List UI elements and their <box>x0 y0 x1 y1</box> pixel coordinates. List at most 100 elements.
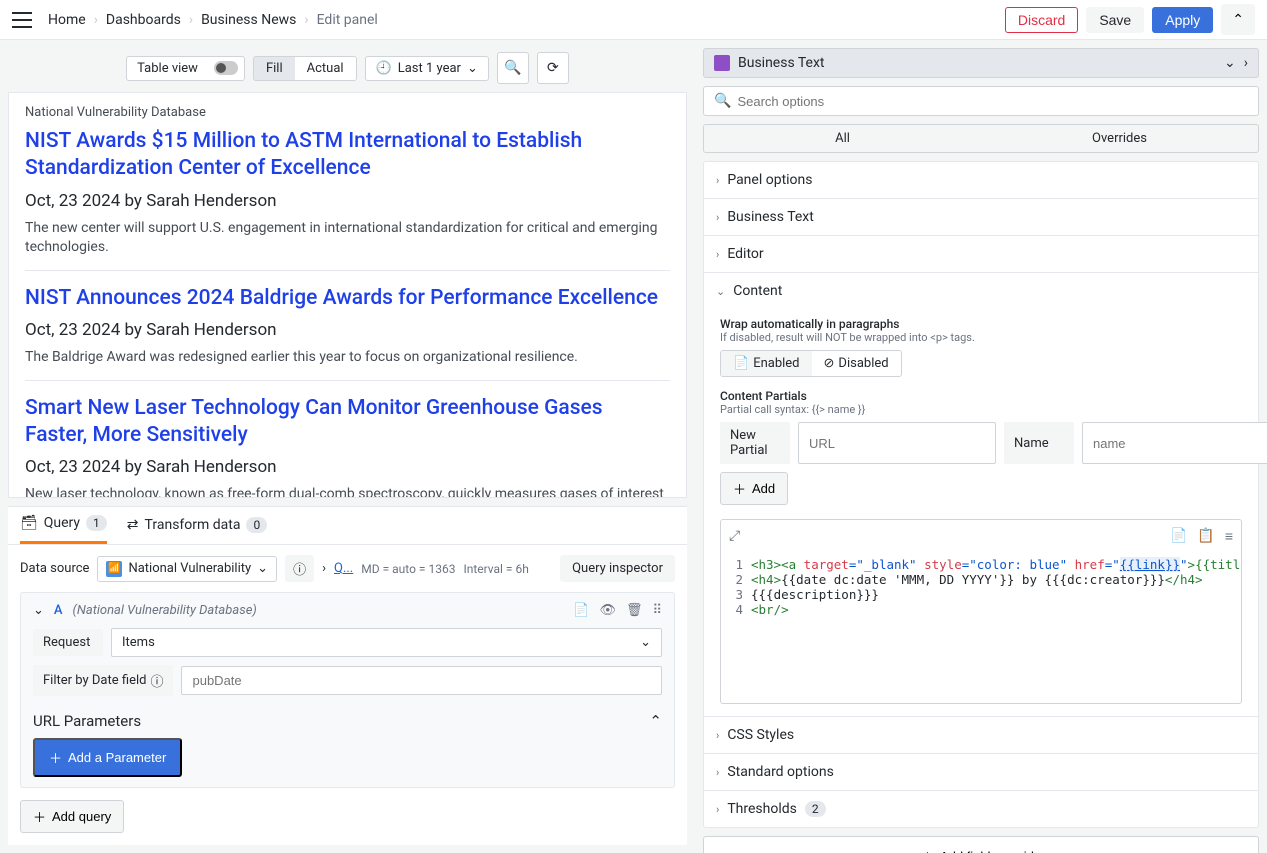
query-tab[interactable]: 🗃 Query 1 <box>20 515 107 544</box>
table-view-toggle[interactable]: Table view <box>126 56 245 81</box>
query-count-badge: 1 <box>86 515 107 531</box>
url-params-heading: URL Parameters <box>33 712 141 730</box>
wrap-help: If disabled, result will NOT be wrapped … <box>720 331 1242 344</box>
query-letter: A <box>54 603 63 618</box>
query-inspector-button[interactable]: Query inspector <box>560 555 675 582</box>
plus-icon: ＋ <box>921 847 934 853</box>
add-partial-button[interactable]: ＋ Add <box>720 472 788 505</box>
partial-url-input[interactable] <box>798 422 996 464</box>
template-code-editor[interactable]: ⤢ 📄 📋 ≡ 1234 <h3><a target="_blank" styl… <box>720 519 1242 704</box>
chevron-down-icon: ⌄ <box>257 561 268 576</box>
add-field-override-button[interactable]: ＋ Add field override <box>703 836 1259 853</box>
article-byline: Oct, 23 2024 by Sarah Henderson <box>25 320 670 340</box>
article-desc: New laser technology, known as free-form… <box>25 485 670 498</box>
article-byline: Oct, 23 2024 by Sarah Henderson <box>25 191 670 211</box>
wrap-icon[interactable]: ≡ <box>1225 528 1233 545</box>
chevron-right-icon: › <box>304 12 308 28</box>
section-css-styles[interactable]: ›CSS Styles <box>704 716 1258 753</box>
filter-date-label: Filter by Date field ⓘ <box>33 665 173 696</box>
filter-date-input[interactable] <box>181 666 662 695</box>
disable-icon: ⊘ <box>824 356 835 371</box>
switch-icon[interactable] <box>214 61 238 75</box>
section-editor[interactable]: ›Editor <box>704 235 1258 272</box>
drag-handle-icon[interactable]: ⠿ <box>652 603 662 618</box>
search-icon: 🔍 <box>714 93 731 109</box>
save-button[interactable]: Save <box>1086 7 1144 33</box>
article-title-link[interactable]: Smart New Laser Technology Can Monitor G… <box>25 396 603 447</box>
datasource-help-button[interactable]: ⓘ <box>285 555 314 582</box>
trash-icon[interactable]: 🗑 <box>626 603 643 618</box>
panel-preview: National Vulnerability Database NIST Awa… <box>8 92 687 498</box>
plus-icon: ＋ <box>733 479 746 498</box>
transform-tab[interactable]: ⇄ Transform data 0 <box>127 515 267 544</box>
copy-icon: 📄 <box>733 356 749 371</box>
code-content[interactable]: <h3><a target="_blank" style="color: blu… <box>751 557 1241 663</box>
wrap-enabled[interactable]: 📄Enabled <box>721 351 812 376</box>
interval-info: Interval = 6h <box>463 562 528 576</box>
partial-name-input[interactable] <box>1082 422 1267 464</box>
tab-overrides[interactable]: Overrides <box>981 125 1258 152</box>
breadcrumb-dashboards[interactable]: Dashboards <box>106 12 181 28</box>
content-section-body: Wrap automatically in paragraphs If disa… <box>704 309 1258 716</box>
expand-icon[interactable]: ⤢ <box>729 528 740 545</box>
article-title-link[interactable]: NIST Awards $15 Million to ASTM Internat… <box>25 129 582 180</box>
visualization-picker[interactable]: Business Text ⌄ › <box>703 48 1259 78</box>
breadcrumb-dashboard-name[interactable]: Business News <box>201 12 296 28</box>
breadcrumb-home[interactable]: Home <box>48 12 86 28</box>
new-partial-label: New Partial <box>720 422 790 464</box>
apply-button[interactable]: Apply <box>1152 7 1213 33</box>
fill-actual-toggle[interactable]: Fill Actual <box>253 56 357 81</box>
chevron-up-icon[interactable]: ⌃ <box>649 712 662 730</box>
request-select[interactable]: Items ⌄ <box>111 628 662 657</box>
database-icon: 🗃 <box>20 515 38 531</box>
time-range-picker[interactable]: 🕘 Last 1 year ⌄ <box>365 56 489 81</box>
datasource-select[interactable]: 📶 National Vulnerability ⌄ <box>97 556 277 582</box>
request-label: Request <box>33 629 103 656</box>
wrap-label: Wrap automatically in paragraphs <box>720 317 1242 331</box>
add-query-button[interactable]: ＋ Add query <box>20 800 124 833</box>
copy-icon[interactable]: 📄 <box>1170 528 1187 545</box>
chevron-right-icon[interactable]: › <box>1244 55 1248 71</box>
add-parameter-button[interactable]: ＋ Add a Parameter <box>33 738 182 777</box>
refresh-button[interactable]: ⟳ <box>537 52 569 84</box>
chevron-down-icon: ⌄ <box>1224 55 1236 71</box>
section-business-text[interactable]: ›Business Text <box>704 198 1258 235</box>
wrap-toggle: 📄Enabled ⊘Disabled <box>720 350 902 377</box>
collapse-panel-icon[interactable]: ⌃ <box>1221 4 1255 35</box>
actual-option[interactable]: Actual <box>295 57 356 80</box>
clock-icon: 🕘 <box>376 61 392 76</box>
section-panel-options[interactable]: ›Panel options <box>704 162 1258 198</box>
zoom-out-button[interactable]: 🔍 <box>497 52 529 84</box>
section-thresholds[interactable]: › Thresholds 2 <box>704 790 1258 827</box>
transform-count-badge: 0 <box>246 517 267 533</box>
info-icon[interactable]: ⓘ <box>150 671 163 690</box>
duplicate-icon[interactable]: 📄 <box>573 603 589 618</box>
eye-icon[interactable]: 👁 <box>599 603 616 618</box>
search-options[interactable]: 🔍 <box>703 86 1259 116</box>
preview-toolbar: Table view Fill Actual 🕘 Last 1 year ⌄ 🔍… <box>8 48 687 92</box>
chevron-down-icon: ⌄ <box>467 61 478 76</box>
partials-label: Content Partials <box>720 389 1242 403</box>
article-title-link[interactable]: NIST Announces 2024 Baldrige Awards for … <box>25 286 658 310</box>
section-standard-options[interactable]: ›Standard options <box>704 753 1258 790</box>
discard-button[interactable]: Discard <box>1005 7 1078 33</box>
query-editor-a: ⌄ A (National Vulnerability Database) 📄 … <box>20 592 675 788</box>
plus-icon: ＋ <box>33 807 46 826</box>
datasource-label: Data source <box>20 561 89 576</box>
tab-all[interactable]: All <box>704 125 981 152</box>
partials-help: Partial call syntax: {{> name }} <box>720 403 1242 416</box>
query-options-link[interactable]: Q... <box>334 561 353 576</box>
paste-icon[interactable]: 📋 <box>1197 528 1214 545</box>
wrap-disabled[interactable]: ⊘Disabled <box>812 351 901 376</box>
fill-option[interactable]: Fill <box>254 57 295 80</box>
breadcrumb: Home › Dashboards › Business News › Edit… <box>48 12 378 28</box>
plus-icon: ＋ <box>49 748 62 767</box>
chevron-right-icon: › <box>322 561 326 576</box>
query-datasource-name: (National Vulnerability Database) <box>73 603 257 618</box>
section-content[interactable]: ⌄Content <box>704 272 1258 309</box>
search-options-input[interactable] <box>737 94 1248 109</box>
chevron-down-icon[interactable]: ⌄ <box>33 603 44 618</box>
feed-source-label: National Vulnerability Database <box>25 105 670 120</box>
menu-icon[interactable] <box>12 12 32 28</box>
rss-icon: 📶 <box>106 561 122 577</box>
